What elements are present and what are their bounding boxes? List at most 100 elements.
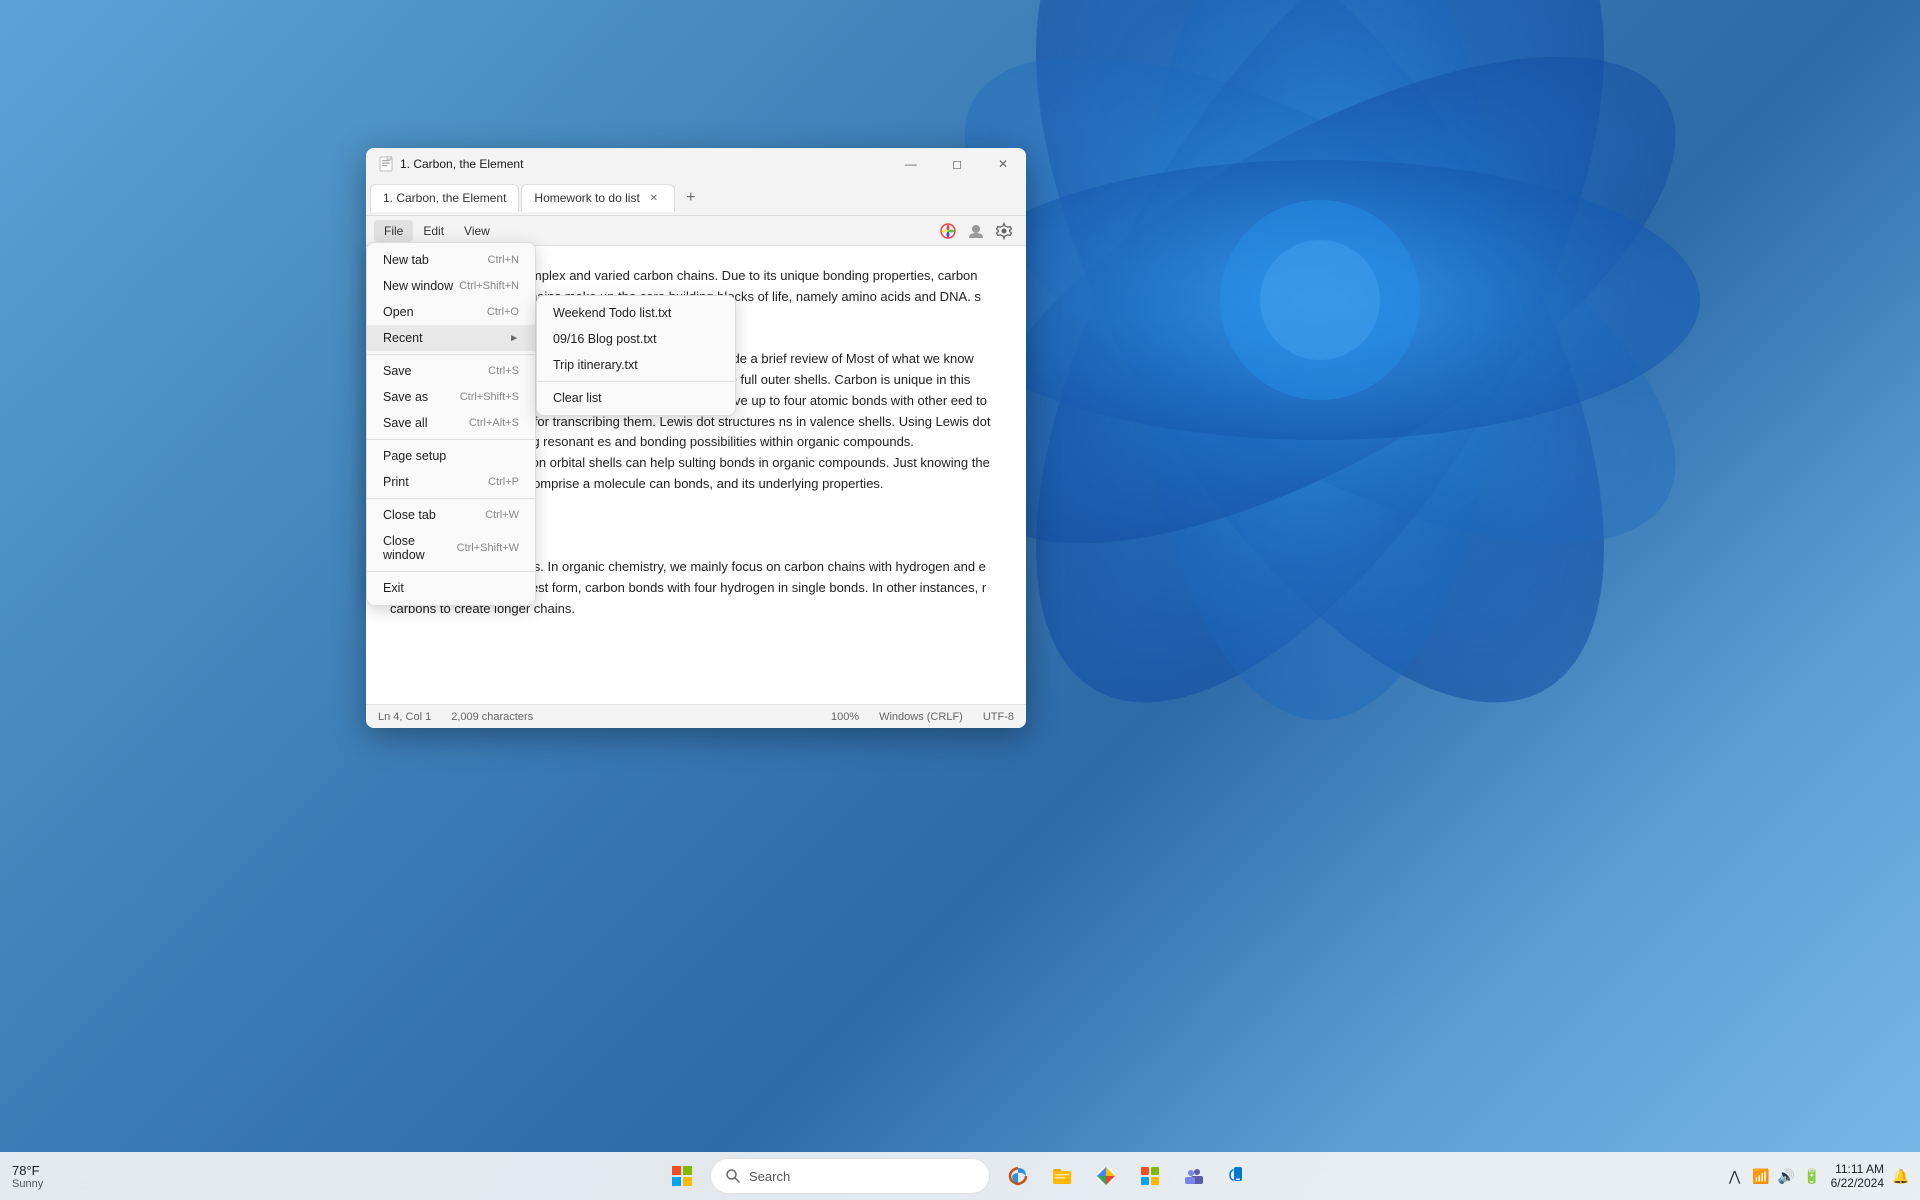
recent-item-1-label: Weekend Todo list.txt (553, 306, 671, 320)
tab-bar: 1. Carbon, the Element Homework to do li… (366, 180, 1026, 216)
menu-separator-1 (367, 354, 535, 355)
menu-page-setup[interactable]: Page setup (367, 443, 535, 469)
menu-exit-label: Exit (383, 581, 404, 595)
taskbar-file-explorer[interactable] (1042, 1156, 1082, 1196)
file-menu-dropdown: New tab Ctrl+N New window Ctrl+Shift+N O… (366, 242, 536, 606)
theme-icon-button[interactable] (934, 217, 962, 245)
taskbar-clock[interactable]: 11:11 AM 6/22/2024 (1831, 1162, 1884, 1190)
new-tab-button[interactable]: + (677, 184, 705, 212)
menu-new-tab-label: New tab (383, 253, 429, 267)
taskbar-edge-icon[interactable] (998, 1156, 1038, 1196)
taskbar-search[interactable]: Search (710, 1158, 990, 1194)
tray-speaker-icon[interactable]: 🔊 (1776, 1166, 1797, 1187)
desktop: 1. Carbon, the Element — ◻ ✕ 1. Carbon, … (0, 0, 1920, 1200)
tray-chevron-icon[interactable]: ⋀ (1727, 1166, 1742, 1187)
menu-close-window-label: Close window (383, 534, 457, 562)
tab-carbon-label: 1. Carbon, the Element (383, 191, 506, 205)
search-text: Search (749, 1169, 790, 1184)
status-position: Ln 4, Col 1 (378, 711, 431, 723)
taskbar-teams-icon[interactable] (1174, 1156, 1214, 1196)
menu-save-shortcut: Ctrl+S (488, 365, 519, 377)
close-button[interactable]: ✕ (980, 148, 1026, 180)
recent-clear-list-label: Clear list (553, 391, 602, 405)
status-line-ending: Windows (CRLF) (879, 711, 963, 723)
status-bar: Ln 4, Col 1 2,009 characters 100% Window… (366, 704, 1026, 728)
search-icon (725, 1168, 741, 1184)
clock-date: 6/22/2024 (1831, 1176, 1884, 1190)
menu-recent[interactable]: Recent ► (367, 325, 535, 351)
recent-item-2-label: 09/16 Blog post.txt (553, 332, 657, 346)
menu-save-as-shortcut: Ctrl+Shift+S (460, 391, 519, 403)
tab-homework-label: Homework to do list (534, 191, 639, 205)
menu-save-as[interactable]: Save as Ctrl+Shift+S (367, 384, 535, 410)
maximize-button[interactable]: ◻ (934, 148, 980, 180)
menu-exit[interactable]: Exit (367, 575, 535, 601)
menu-print[interactable]: Print Ctrl+P (367, 469, 535, 495)
menu-separator-2 (367, 439, 535, 440)
menu-open-label: Open (383, 305, 414, 319)
recent-item-3[interactable]: Trip itinerary.txt (537, 352, 735, 378)
menu-close-window[interactable]: Close window Ctrl+Shift+W (367, 528, 535, 568)
menu-close-tab-label: Close tab (383, 508, 436, 522)
menu-close-window-shortcut: Ctrl+Shift+W (457, 542, 519, 554)
clock-time: 11:11 AM (1835, 1162, 1884, 1176)
menu-print-label: Print (383, 475, 409, 489)
menu-open-shortcut: Ctrl+O (487, 306, 519, 318)
recent-clear-list[interactable]: Clear list (537, 385, 735, 411)
tray-network-icon[interactable]: 📶 (1750, 1166, 1771, 1187)
menu-open[interactable]: Open Ctrl+O (367, 299, 535, 325)
view-menu-item[interactable]: View (454, 220, 500, 242)
menu-save-all-shortcut: Ctrl+Alt+S (469, 417, 519, 429)
start-button[interactable] (662, 1156, 702, 1196)
taskbar-phone-link-icon[interactable] (1218, 1156, 1258, 1196)
status-encoding: UTF-8 (983, 711, 1014, 723)
recent-submenu: Weekend Todo list.txt 09/16 Blog post.tx… (536, 295, 736, 416)
menu-save-all[interactable]: Save all Ctrl+Alt+S (367, 410, 535, 436)
taskbar-weather[interactable]: 78°F Sunny (12, 1163, 43, 1190)
status-zoom: 100% (831, 711, 859, 723)
recent-arrow-icon: ► (509, 333, 519, 344)
recent-item-3-label: Trip itinerary.txt (553, 358, 638, 372)
menu-new-window-shortcut: Ctrl+Shift+N (459, 280, 519, 292)
menu-save[interactable]: Save Ctrl+S (367, 358, 535, 384)
system-tray-icons: 📶 🔊 🔋 (1750, 1166, 1822, 1187)
settings-icon-button[interactable] (990, 217, 1018, 245)
menu-save-label: Save (383, 364, 412, 378)
weather-temp: 78°F (12, 1163, 40, 1178)
menu-new-tab[interactable]: New tab Ctrl+N (367, 247, 535, 273)
notepad-icon (378, 156, 394, 172)
taskbar-chrome-icon[interactable] (1086, 1156, 1126, 1196)
menu-page-setup-label: Page setup (383, 449, 446, 463)
title-bar-controls: — ◻ ✕ (888, 148, 1026, 180)
menu-print-shortcut: Ctrl+P (488, 476, 519, 488)
notification-button[interactable]: 🔔 (1892, 1168, 1908, 1184)
file-menu-item[interactable]: File (374, 220, 413, 242)
tab-carbon[interactable]: 1. Carbon, the Element (370, 184, 519, 212)
menu-close-tab[interactable]: Close tab Ctrl+W (367, 502, 535, 528)
tab-homework[interactable]: Homework to do list ✕ (521, 184, 674, 212)
account-icon-button[interactable] (962, 217, 990, 245)
menu-new-window-label: New window (383, 279, 453, 293)
minimize-button[interactable]: — (888, 148, 934, 180)
taskbar: 78°F Sunny Search (0, 1152, 1920, 1200)
title-bar: 1. Carbon, the Element — ◻ ✕ (366, 148, 1026, 180)
menu-save-as-label: Save as (383, 390, 428, 404)
tab-homework-close[interactable]: ✕ (646, 190, 662, 206)
tray-battery-icon[interactable]: 🔋 (1801, 1166, 1822, 1187)
taskbar-right: ⋀ 📶 🔊 🔋 11:11 AM 6/22/2024 🔔 (1727, 1152, 1908, 1200)
menu-separator-4 (367, 571, 535, 572)
menu-separator-3 (367, 498, 535, 499)
submenu-separator (537, 381, 735, 382)
menu-new-window[interactable]: New window Ctrl+Shift+N (367, 273, 535, 299)
recent-item-1[interactable]: Weekend Todo list.txt (537, 300, 735, 326)
taskbar-center: Search (662, 1156, 1258, 1196)
edit-menu-item[interactable]: Edit (413, 220, 454, 242)
menu-recent-label: Recent (383, 331, 423, 345)
taskbar-store-icon[interactable] (1130, 1156, 1170, 1196)
menu-save-all-label: Save all (383, 416, 427, 430)
weather-desc: Sunny (12, 1178, 43, 1190)
menu-new-tab-shortcut: Ctrl+N (488, 254, 519, 266)
recent-item-2[interactable]: 09/16 Blog post.txt (537, 326, 735, 352)
status-chars: 2,009 characters (451, 711, 533, 723)
window-title: 1. Carbon, the Element (400, 157, 888, 171)
